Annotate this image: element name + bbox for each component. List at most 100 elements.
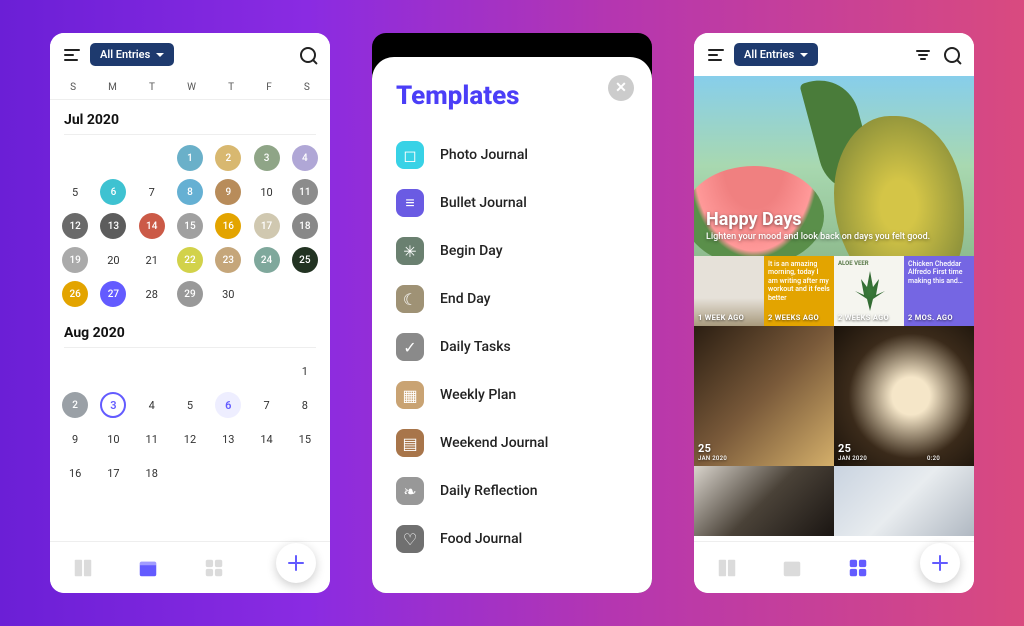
entry-tile[interactable]: 1 WEEK AGO — [694, 256, 764, 326]
day-cell[interactable]: 2 — [56, 390, 94, 420]
day-cell[interactable]: 24 — [247, 245, 285, 275]
entry-tile[interactable]: Chicken Cheddar Alfredo First time makin… — [904, 256, 974, 326]
aug-grid: 123456789101112131415161718 — [50, 352, 330, 492]
template-item[interactable]: ✳Begin Day — [396, 227, 628, 275]
entry-tile-large[interactable]: 25JAN 2020 — [694, 326, 834, 466]
entry-tile[interactable] — [694, 466, 834, 536]
day-cell[interactable]: 8 — [171, 177, 209, 207]
menu-icon[interactable] — [708, 49, 724, 61]
template-label: Photo Journal — [440, 147, 528, 163]
template-item[interactable]: ≡Bullet Journal — [396, 179, 628, 227]
day-cell[interactable]: 4 — [133, 390, 171, 420]
day-cell[interactable]: 4 — [286, 143, 324, 173]
entry-tile-large[interactable]: 25JAN 20200:20 — [834, 326, 974, 466]
day-cell[interactable]: 28 — [133, 279, 171, 309]
all-entries-filter[interactable]: All Entries — [734, 43, 818, 66]
day-cell[interactable]: 11 — [133, 424, 171, 454]
day-cell[interactable]: 1 — [171, 143, 209, 173]
day-cell[interactable]: 7 — [133, 177, 171, 207]
add-entry-button[interactable] — [276, 543, 316, 583]
day-cell[interactable]: 2 — [209, 143, 247, 173]
day-cell — [133, 143, 171, 173]
day-cell — [56, 143, 94, 173]
gallery-screen: All Entries Happy Days Lighten your mood… — [694, 33, 974, 593]
day-cell[interactable]: 12 — [171, 424, 209, 454]
day-cell[interactable]: 14 — [133, 211, 171, 241]
template-label: Daily Tasks — [440, 339, 511, 355]
day-cell[interactable]: 30 — [209, 279, 247, 309]
day-cell[interactable]: 26 — [56, 279, 94, 309]
search-icon[interactable] — [300, 47, 316, 63]
day-cell[interactable]: 22 — [171, 245, 209, 275]
day-cell[interactable]: 29 — [171, 279, 209, 309]
month-label-aug: Aug 2020 — [50, 313, 330, 347]
day-cell — [247, 356, 285, 386]
day-cell[interactable]: 15 — [286, 424, 324, 454]
day-cell[interactable]: 17 — [94, 458, 132, 488]
template-item[interactable]: ▤Weekend Journal — [396, 419, 628, 467]
day-cell[interactable]: 9 — [209, 177, 247, 207]
day-cell[interactable]: 5 — [171, 390, 209, 420]
calendar-scroll[interactable]: Jul 2020 1234567891011121314151617181920… — [50, 100, 330, 593]
nav-grid-icon[interactable] — [847, 557, 869, 579]
entry-tile[interactable]: ALOE VEER2 WEEKS AGO — [834, 256, 904, 326]
day-cell[interactable]: 10 — [94, 424, 132, 454]
day-cell[interactable]: 14 — [247, 424, 285, 454]
day-cell[interactable]: 9 — [56, 424, 94, 454]
day-cell — [209, 458, 247, 488]
nav-list-icon[interactable] — [72, 557, 94, 579]
month-label-jul: Jul 2020 — [50, 100, 330, 134]
day-cell[interactable]: 16 — [56, 458, 94, 488]
day-cell[interactable]: 12 — [56, 211, 94, 241]
search-icon[interactable] — [944, 47, 960, 63]
add-entry-button[interactable] — [920, 543, 960, 583]
all-entries-filter[interactable]: All Entries — [90, 43, 174, 66]
hero-banner[interactable]: Happy Days Lighten your mood and look ba… — [694, 76, 974, 256]
close-button[interactable]: ✕ — [608, 75, 634, 101]
day-cell[interactable]: 17 — [247, 211, 285, 241]
day-cell[interactable]: 13 — [94, 211, 132, 241]
day-cell[interactable]: 6 — [94, 177, 132, 207]
entry-tile[interactable]: It is an amazing morning, today I am wri… — [764, 256, 834, 326]
nav-grid-icon[interactable] — [203, 557, 225, 579]
day-cell[interactable]: 11 — [286, 177, 324, 207]
day-cell[interactable]: 18 — [133, 458, 171, 488]
nav-list-icon[interactable] — [716, 557, 738, 579]
day-cell[interactable]: 25 — [286, 245, 324, 275]
day-cell[interactable]: 15 — [171, 211, 209, 241]
day-cell[interactable]: 8 — [286, 390, 324, 420]
day-cell[interactable]: 5 — [56, 177, 94, 207]
template-item[interactable]: ▦Weekly Plan — [396, 371, 628, 419]
template-item[interactable]: ❧Daily Reflection — [396, 467, 628, 515]
day-cell[interactable]: 20 — [94, 245, 132, 275]
nav-calendar-icon[interactable] — [137, 557, 159, 579]
template-item[interactable]: ♡Food Journal — [396, 515, 628, 563]
day-cell[interactable]: 27 — [94, 279, 132, 309]
template-icon: ♡ — [396, 525, 424, 553]
day-cell[interactable]: 10 — [247, 177, 285, 207]
template-label: Bullet Journal — [440, 195, 527, 211]
menu-icon[interactable] — [64, 49, 80, 61]
template-item[interactable]: ✓Daily Tasks — [396, 323, 628, 371]
day-cell[interactable]: 23 — [209, 245, 247, 275]
day-cell[interactable]: 13 — [209, 424, 247, 454]
entry-tile[interactable] — [834, 466, 974, 536]
template-item[interactable]: ◻Photo Journal — [396, 131, 628, 179]
day-cell[interactable]: 1 — [286, 356, 324, 386]
template-item[interactable]: ☾End Day — [396, 275, 628, 323]
filter-icon[interactable] — [916, 50, 930, 60]
day-cell[interactable]: 16 — [209, 211, 247, 241]
day-cell[interactable]: 18 — [286, 211, 324, 241]
day-cell — [286, 458, 324, 488]
day-cell — [133, 356, 171, 386]
nav-calendar-icon[interactable] — [781, 557, 803, 579]
day-cell[interactable]: 7 — [247, 390, 285, 420]
day-cell[interactable]: 3 — [94, 390, 132, 420]
day-cell[interactable]: 6 — [209, 390, 247, 420]
day-cell[interactable]: 3 — [247, 143, 285, 173]
templates-screen: ✕ Templates ◻Photo Journal≡Bullet Journa… — [372, 33, 652, 593]
template-label: Daily Reflection — [440, 483, 538, 499]
day-cell[interactable]: 19 — [56, 245, 94, 275]
gallery-scroll[interactable]: Happy Days Lighten your mood and look ba… — [694, 76, 974, 593]
day-cell[interactable]: 21 — [133, 245, 171, 275]
